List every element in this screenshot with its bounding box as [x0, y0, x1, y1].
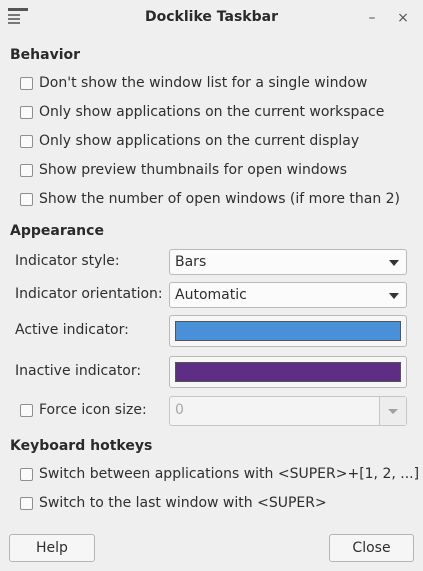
active-color-swatch — [175, 321, 401, 341]
active-indicator-label: Active indicator: — [15, 322, 129, 338]
checkbox-box[interactable] — [20, 192, 33, 206]
inactive-indicator-label: Inactive indicator: — [15, 363, 142, 379]
checkbox-box[interactable] — [20, 105, 33, 119]
indicator-orientation-label: Indicator orientation: — [15, 286, 163, 302]
indicator-orientation-dropdown[interactable]: Automatic — [169, 282, 407, 308]
current-display-checkbox[interactable]: Only show applications on the current di… — [20, 131, 359, 151]
checkbox-box[interactable] — [20, 163, 33, 177]
indicator-style-label: Indicator style: — [15, 253, 120, 269]
chevron-down-icon — [388, 409, 398, 414]
checkbox-box[interactable] — [20, 403, 33, 417]
super-last-window-checkbox[interactable]: Switch to the last window with <SUPER> — [20, 493, 327, 513]
inactive-color-swatch — [175, 362, 401, 382]
preview-thumbnails-checkbox[interactable]: Show preview thumbnails for open windows — [20, 160, 347, 180]
checkbox-label: Show the number of open windows (if more… — [39, 191, 401, 207]
checkbox-label: Only show applications on the current wo… — [39, 104, 385, 120]
checkbox-box[interactable] — [20, 467, 33, 481]
title-bar: Docklike Taskbar – × — [0, 0, 423, 36]
checkbox-label: Switch between applications with <SUPER>… — [39, 466, 420, 482]
icon-size-value: 0 — [175, 402, 184, 418]
checkbox-box[interactable] — [20, 134, 33, 148]
close-icon[interactable]: × — [393, 8, 413, 28]
inactive-indicator-color-button[interactable] — [169, 356, 407, 388]
indicator-style-dropdown[interactable]: Bars — [169, 249, 407, 275]
window-count-checkbox[interactable]: Show the number of open windows (if more… — [20, 189, 400, 209]
active-indicator-color-button[interactable] — [169, 315, 407, 347]
checkbox-label: Force icon size: — [39, 402, 147, 418]
checkbox-label: Only show applications on the current di… — [39, 133, 360, 149]
help-button[interactable]: Help — [9, 534, 95, 562]
current-workspace-checkbox[interactable]: Only show applications on the current wo… — [20, 102, 384, 122]
checkbox-box[interactable] — [20, 76, 33, 90]
window-title: Docklike Taskbar — [145, 9, 278, 25]
single-window-list-checkbox[interactable]: Don't show the window list for a single … — [20, 73, 367, 93]
checkbox-label: Switch to the last window with <SUPER> — [39, 495, 327, 511]
appearance-heading: Appearance — [10, 223, 104, 239]
indicator-style-value: Bars — [175, 254, 207, 270]
indicator-orientation-value: Automatic — [175, 287, 247, 303]
dropdown-arrow-icon — [389, 260, 399, 266]
hotkeys-heading: Keyboard hotkeys — [10, 438, 153, 454]
close-button[interactable]: Close — [329, 534, 414, 562]
dropdown-arrow-icon — [389, 293, 399, 299]
minimize-icon[interactable]: – — [362, 8, 382, 28]
behavior-heading: Behavior — [10, 47, 81, 63]
checkbox-box[interactable] — [20, 496, 33, 510]
spinner-dropdown-button — [379, 397, 406, 425]
force-icon-size-checkbox[interactable]: Force icon size: — [20, 400, 147, 420]
checkbox-label: Show preview thumbnails for open windows — [39, 162, 348, 178]
super-number-switch-checkbox[interactable]: Switch between applications with <SUPER>… — [20, 464, 419, 484]
icon-size-spinner: 0 — [169, 396, 407, 426]
checkbox-label: Don't show the window list for a single … — [39, 75, 368, 91]
